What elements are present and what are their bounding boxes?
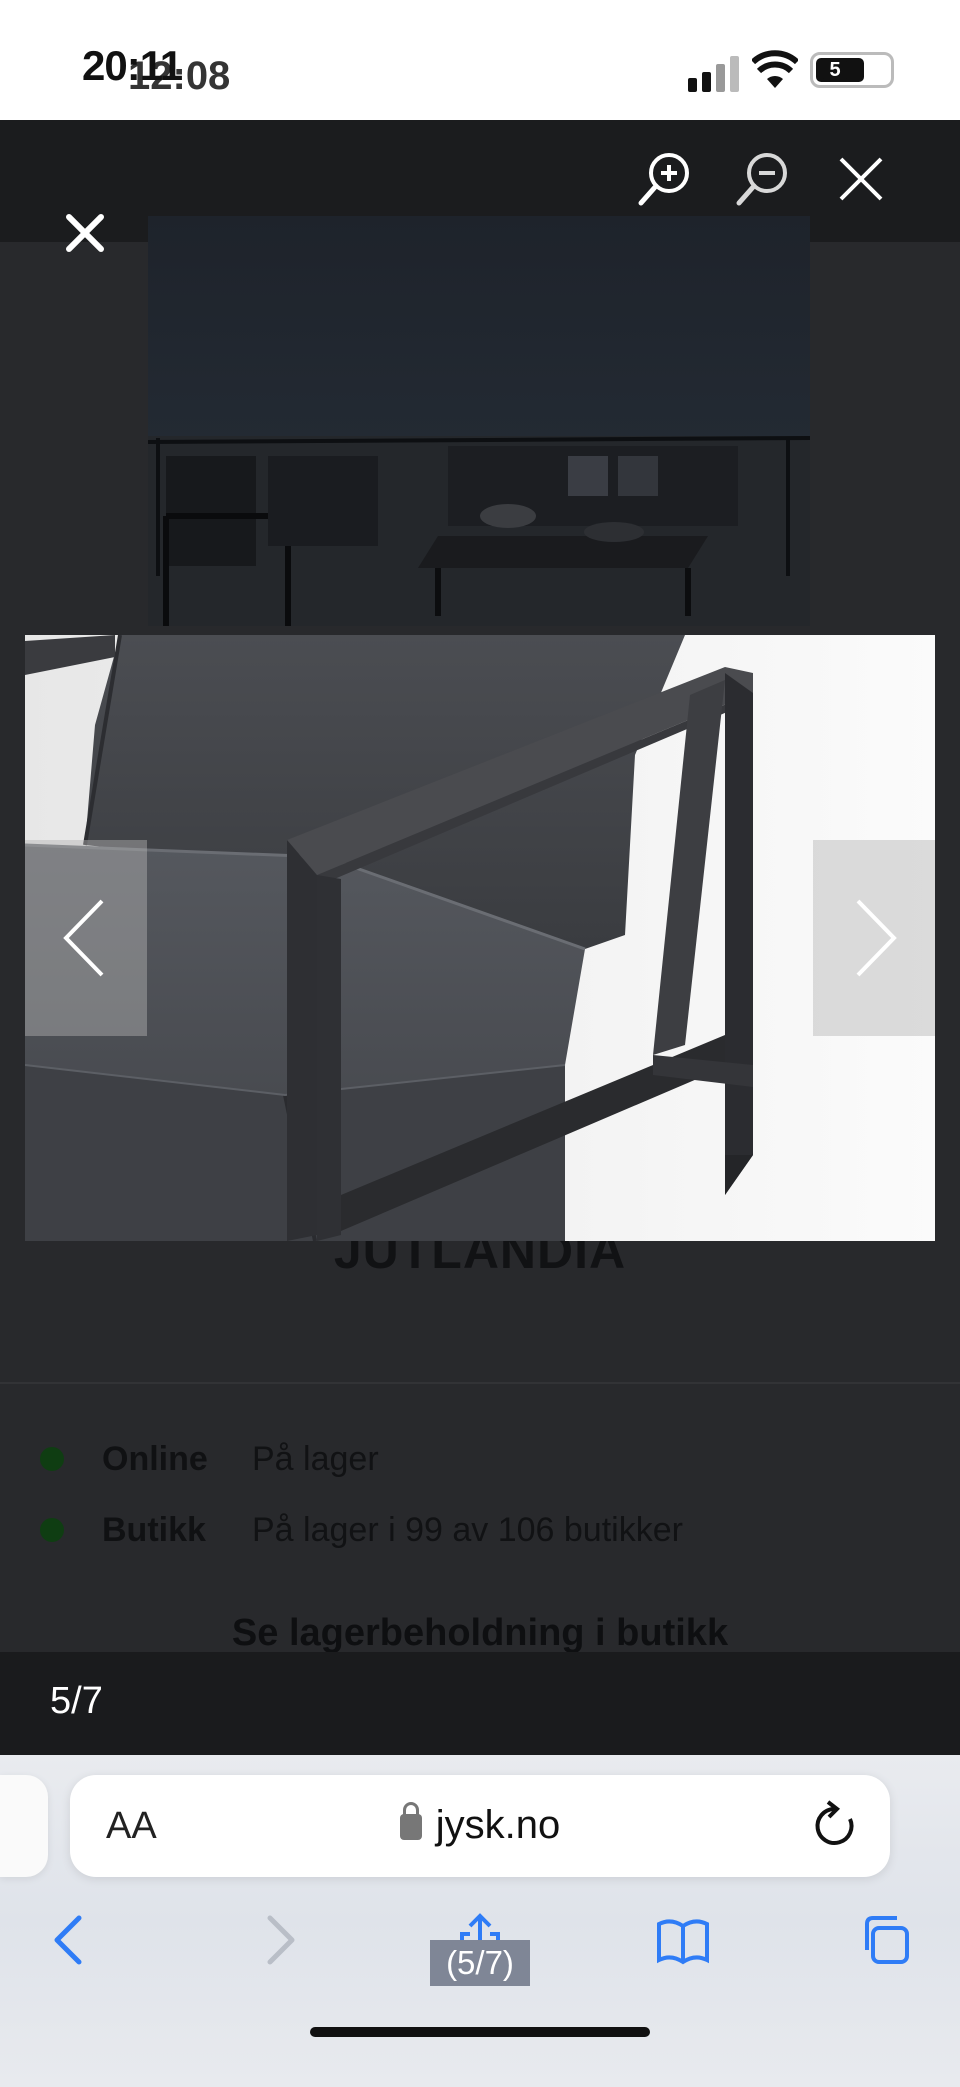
tabs-icon[interactable]: [850, 1905, 920, 1975]
stock-label: Online: [102, 1439, 208, 1478]
status-time-overlay: 12:08: [128, 54, 231, 98]
lightbox-toolbar: [0, 120, 960, 242]
lock-icon: [399, 1802, 422, 1840]
background-product-photo: [148, 216, 810, 626]
browser-chrome: AA jysk.no (5/7): [0, 1755, 960, 2087]
address-bar[interactable]: AA jysk.no: [70, 1775, 890, 1877]
image-counter-bar: 5/7: [0, 1652, 960, 1755]
stock-value: På lager i 99 av 106 butikker: [252, 1510, 683, 1549]
forward-icon[interactable]: [243, 1905, 313, 1975]
divider: [0, 1382, 960, 1384]
domain-text: jysk.no: [435, 1803, 561, 1847]
caption-overlay: (5/7): [430, 1940, 530, 1986]
previous-tab-peek[interactable]: [0, 1775, 48, 1877]
stock-status-dot: [40, 1447, 64, 1471]
stock-row-online: Online På lager: [40, 1434, 379, 1484]
bookmarks-icon[interactable]: [648, 1905, 718, 1975]
stock-row-store: Butikk På lager i 99 av 106 butikker: [40, 1505, 683, 1555]
product-image[interactable]: [25, 635, 935, 1241]
screen: 20:11 12:08 5 JUTLANDIA Online På lager …: [0, 0, 960, 2087]
modal-close-icon[interactable]: [50, 198, 120, 268]
store-stock-link[interactable]: Se lagerbeholdning i butikk: [0, 1612, 960, 1655]
close-icon[interactable]: [826, 144, 896, 214]
status-bar: 20:11 12:08 5: [0, 0, 960, 120]
reload-icon[interactable]: [810, 1799, 860, 1853]
battery-icon: 5: [810, 52, 894, 88]
zoom-in-icon[interactable]: [630, 144, 700, 214]
back-icon[interactable]: [36, 1905, 106, 1975]
home-indicator[interactable]: [310, 2027, 650, 2037]
chevron-right-icon[interactable]: [813, 840, 935, 1036]
stock-value: På lager: [252, 1439, 379, 1478]
battery-level: 5: [823, 58, 847, 82]
image-counter: 5/7: [50, 1680, 103, 1722]
url-display[interactable]: jysk.no: [70, 1802, 890, 1848]
signal-icon: [688, 52, 748, 92]
stock-status-dot: [40, 1518, 64, 1542]
zoom-out-icon[interactable]: [728, 144, 798, 214]
stock-label: Butikk: [102, 1510, 206, 1549]
wifi-icon: [752, 50, 798, 88]
chevron-left-icon[interactable]: [25, 840, 147, 1036]
